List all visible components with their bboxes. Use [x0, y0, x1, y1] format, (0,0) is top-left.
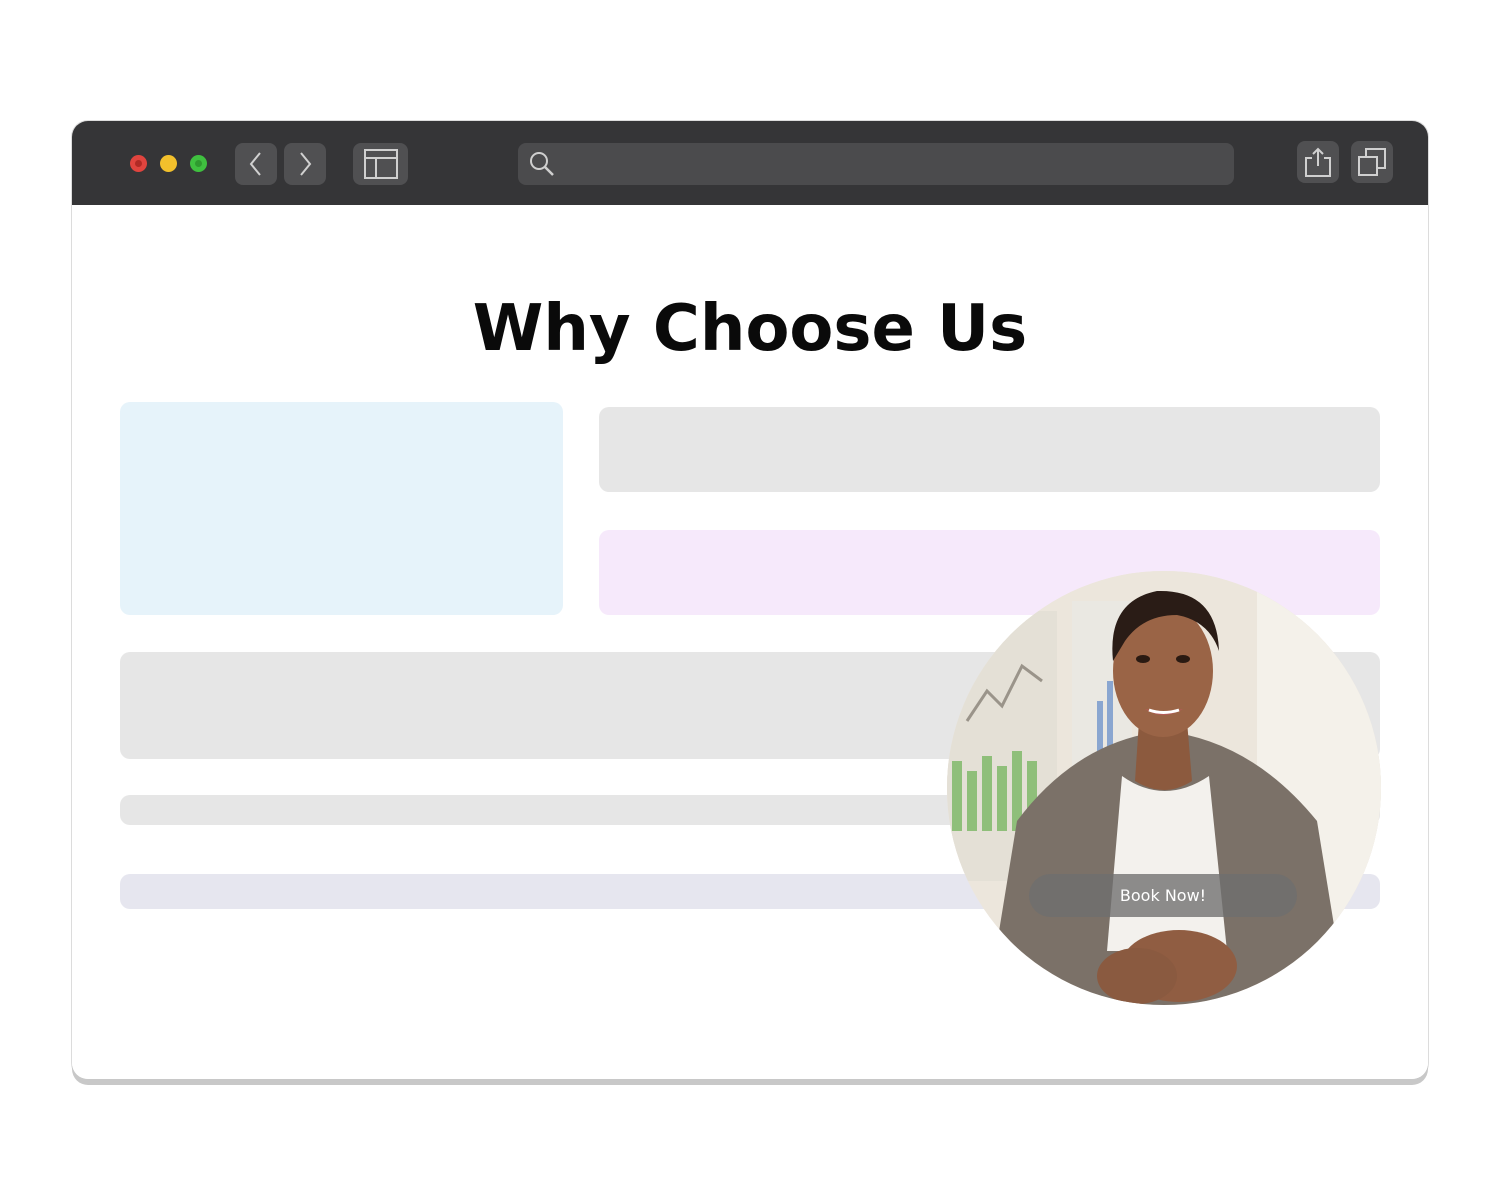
minimize-window-button[interactable] — [160, 155, 177, 172]
tabs-icon — [1358, 148, 1386, 176]
chevron-right-icon — [300, 152, 312, 176]
chevron-left-icon — [249, 152, 261, 176]
browser-toolbar — [72, 121, 1428, 205]
page-title: Why Choose Us — [472, 292, 1028, 366]
share-icon — [1305, 147, 1331, 177]
book-now-button[interactable]: Book Now! — [1029, 874, 1297, 917]
share-button[interactable] — [1297, 141, 1339, 183]
close-window-button[interactable] — [130, 155, 147, 172]
content-placeholder-line — [599, 407, 1380, 492]
hero-image-placeholder — [120, 402, 563, 615]
sidebar-icon — [363, 149, 398, 179]
tabs-overview-button[interactable] — [1351, 141, 1393, 183]
back-button[interactable] — [235, 143, 277, 185]
video-bubble[interactable]: Book Now! — [947, 571, 1381, 1005]
sidebar-toggle-button[interactable] — [353, 143, 408, 185]
forward-button[interactable] — [284, 143, 326, 185]
address-bar[interactable] — [518, 143, 1234, 185]
search-icon — [530, 152, 554, 176]
search-input[interactable] — [562, 143, 1222, 185]
presenter-video — [947, 571, 1381, 1005]
maximize-window-button[interactable] — [190, 155, 207, 172]
